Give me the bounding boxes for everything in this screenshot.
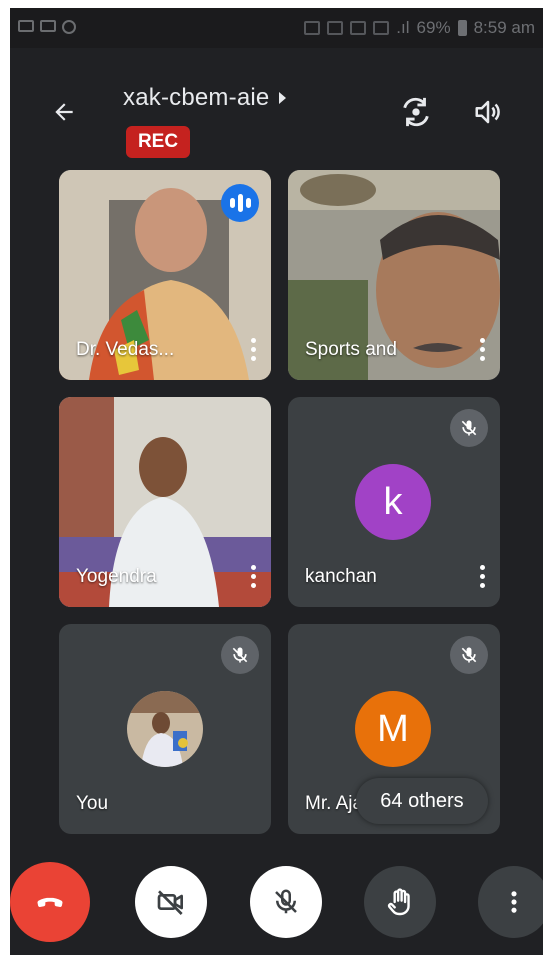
participant-more-button[interactable] bbox=[472, 334, 492, 364]
participant-name: You bbox=[76, 793, 109, 814]
muted-indicator bbox=[450, 636, 488, 674]
participant-more-button[interactable] bbox=[243, 334, 263, 364]
participant-name: kanchan bbox=[305, 566, 377, 587]
participant-tile-self[interactable]: You bbox=[59, 624, 271, 834]
sim-icon bbox=[350, 21, 367, 35]
more-options-button[interactable] bbox=[478, 866, 543, 938]
camera-toggle-button[interactable] bbox=[135, 866, 207, 938]
hand-icon bbox=[387, 888, 410, 916]
battery-icon bbox=[457, 20, 467, 36]
more-vertical-icon bbox=[511, 891, 517, 913]
clock: 8:59 am bbox=[473, 18, 535, 37]
participant-tile[interactable]: Dr. Vedas... bbox=[59, 170, 271, 380]
recording-badge: REC bbox=[126, 126, 190, 158]
phone-hangup-icon bbox=[37, 897, 63, 907]
back-button[interactable] bbox=[40, 92, 88, 132]
meeting-header: xak-cbem-aie REC bbox=[10, 48, 543, 168]
arrow-left-icon bbox=[55, 103, 73, 121]
cast-icon bbox=[304, 21, 321, 35]
muted-indicator bbox=[450, 409, 488, 447]
participant-tile[interactable]: k kanchan bbox=[288, 397, 500, 607]
raise-hand-button[interactable] bbox=[364, 866, 436, 938]
caret-right-icon bbox=[279, 92, 287, 104]
meeting-code: xak-cbem-aie bbox=[123, 84, 270, 111]
participant-more-button[interactable] bbox=[243, 561, 263, 591]
mic-off-icon bbox=[232, 647, 248, 663]
participant-name: Dr. Vedas... bbox=[76, 339, 175, 360]
participant-tile[interactable]: Sports and bbox=[288, 170, 500, 380]
speaker-button[interactable] bbox=[466, 90, 510, 134]
status-bar: .ıl 69% 8:59 am bbox=[10, 8, 543, 48]
video-off-icon bbox=[157, 890, 183, 915]
camera-switch-icon bbox=[403, 97, 429, 127]
speaking-indicator bbox=[221, 184, 259, 222]
notification-icon bbox=[18, 20, 34, 32]
switch-camera-button[interactable] bbox=[394, 90, 438, 134]
participant-name: Sports and bbox=[305, 339, 397, 360]
mic-off-icon bbox=[461, 647, 477, 663]
participant-name: Yogendra bbox=[76, 566, 157, 587]
mic-toggle-button[interactable] bbox=[250, 866, 322, 938]
lte-icon bbox=[373, 21, 390, 35]
battery-percent: 69% bbox=[416, 18, 451, 37]
signal-strength: .ıl bbox=[396, 18, 410, 37]
self-avatar-photo bbox=[127, 691, 203, 767]
muted-indicator bbox=[221, 636, 259, 674]
volte-icon bbox=[327, 21, 344, 35]
mic-off-icon bbox=[275, 889, 297, 914]
meeting-info-button[interactable]: xak-cbem-aie bbox=[123, 84, 287, 112]
speaker-icon bbox=[475, 100, 500, 124]
participant-avatar: k bbox=[355, 464, 431, 540]
notification-icon bbox=[62, 20, 76, 34]
notification-icons bbox=[18, 20, 76, 34]
end-call-button[interactable] bbox=[10, 862, 90, 942]
meet-screen: .ıl 69% 8:59 am xak-cbem-aie REC Dr. Ved… bbox=[10, 8, 543, 955]
mic-off-icon bbox=[461, 420, 477, 436]
participant-avatar: M bbox=[355, 691, 431, 767]
others-count-button[interactable]: 64 others bbox=[356, 778, 488, 824]
status-right: .ıl 69% 8:59 am bbox=[304, 18, 535, 38]
participant-tile[interactable]: Yogendra bbox=[59, 397, 271, 607]
participant-more-button[interactable] bbox=[472, 561, 492, 591]
notification-icon bbox=[40, 20, 56, 32]
